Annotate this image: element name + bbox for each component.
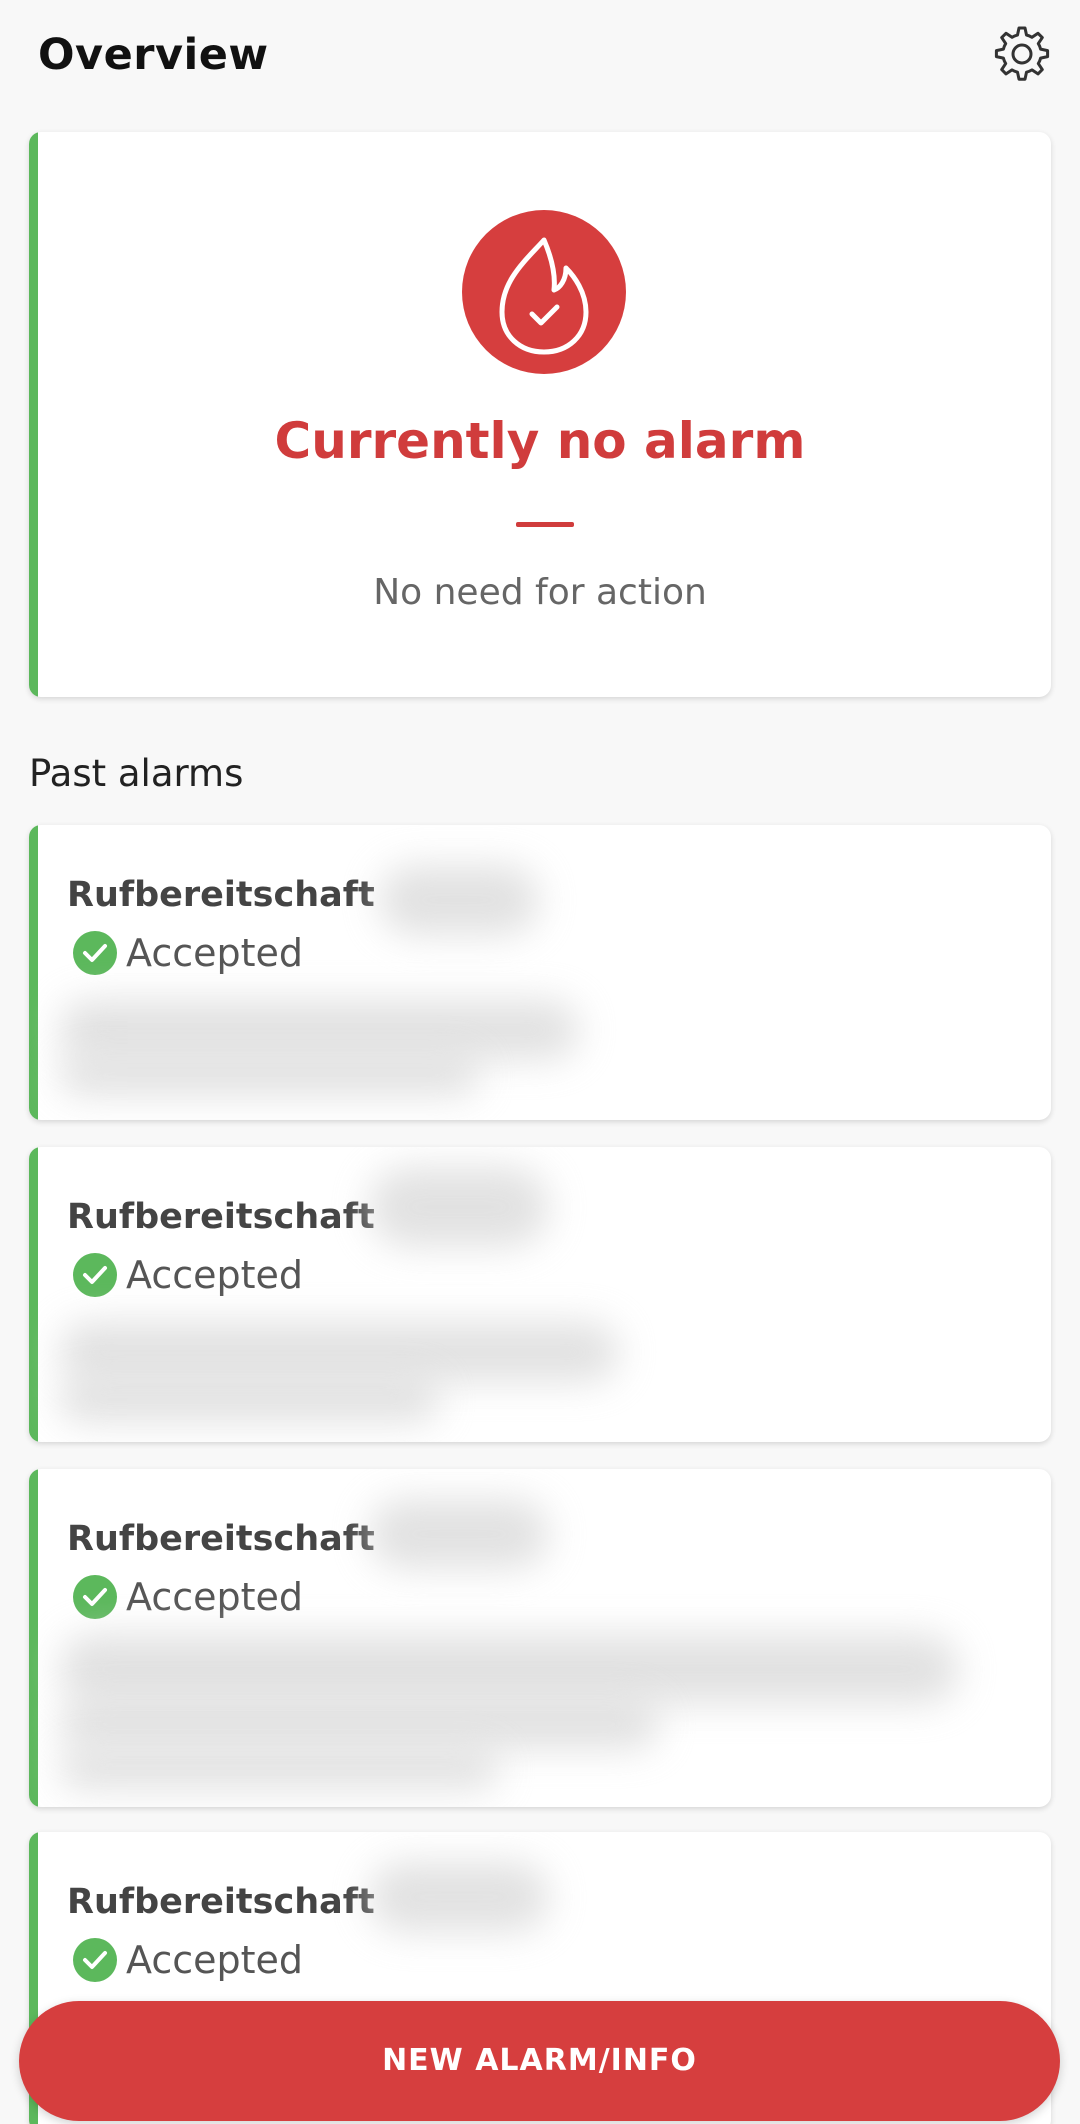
redacted-text: [59, 1634, 959, 1704]
redacted-text: [59, 1377, 439, 1422]
redacted-text: [59, 1000, 579, 1060]
status-title: Currently no alarm: [274, 412, 806, 470]
check-circle-icon: [73, 1575, 117, 1619]
alarm-title: Rufbereitschaft: [67, 1197, 375, 1237]
redacted-text: [369, 1862, 549, 1932]
alarm-status-label: Accepted: [126, 1575, 304, 1619]
redacted-text: [59, 1322, 619, 1382]
check-circle-icon: [73, 931, 117, 975]
redacted-text: [369, 1499, 549, 1569]
redacted-text: [379, 865, 539, 935]
alarm-status-label: Accepted: [126, 1938, 304, 1982]
top-bar: Overview: [0, 0, 1080, 115]
status-subtitle: No need for action: [373, 572, 707, 613]
alarm-title: Rufbereitschaft: [67, 1519, 375, 1559]
status-divider: [516, 522, 574, 527]
redacted-text: [369, 1167, 549, 1247]
alarm-title: Rufbereitschaft: [67, 875, 375, 915]
check-circle-icon: [73, 1253, 117, 1297]
app-screen: Overview Currently no alarm No need for …: [0, 0, 1080, 2124]
redacted-text: [59, 1699, 659, 1749]
flame-check-icon: [462, 210, 626, 374]
alarm-status-label: Accepted: [126, 931, 304, 975]
gear-icon[interactable]: [990, 22, 1054, 86]
redacted-text: [59, 1055, 479, 1095]
alarm-card[interactable]: Rufbereitschaft Accepted: [29, 1147, 1051, 1442]
new-alarm-info-label: NEW ALARM/INFO: [382, 2043, 697, 2078]
alarm-card[interactable]: Rufbereitschaft Accepted: [29, 825, 1051, 1120]
alarm-status-label: Accepted: [126, 1253, 304, 1297]
alarm-title: Rufbereitschaft: [67, 1882, 375, 1922]
alarm-card[interactable]: Rufbereitschaft Accepted: [29, 1469, 1051, 1807]
past-alarms-heading: Past alarms: [29, 752, 244, 795]
page-title: Overview: [38, 30, 269, 80]
new-alarm-info-button[interactable]: NEW ALARM/INFO: [19, 2001, 1060, 2121]
check-circle-icon: [73, 1938, 117, 1982]
redacted-text: [59, 1749, 499, 1789]
alarm-status-card: Currently no alarm No need for action: [29, 132, 1051, 697]
